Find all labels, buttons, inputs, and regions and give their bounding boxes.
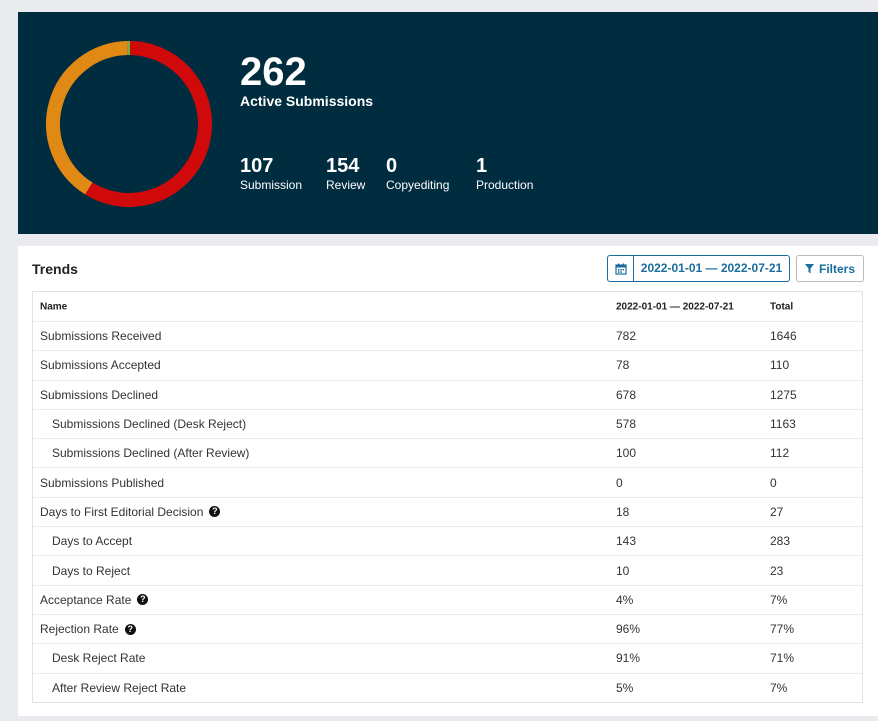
date-range-button[interactable]: 2022-01-01 — 2022-07-21 <box>634 255 790 282</box>
metric-range-value: 0 <box>616 475 623 490</box>
metric-total-value: 1275 <box>770 387 797 402</box>
stage-copyediting[interactable]: 0 Copyediting <box>386 155 449 193</box>
table-row: Submissions Accepted 78 110 <box>33 350 862 379</box>
table-row: After Review Reject Rate 5% 7% <box>33 672 862 702</box>
metric-name: Acceptance Rate? <box>40 592 149 607</box>
metric-name: Days to Reject <box>52 564 130 578</box>
metric-name: Rejection Rate? <box>40 622 136 636</box>
stage-count: 0 <box>386 155 398 177</box>
stage-count: 1 <box>476 155 488 177</box>
filters-label: Filters <box>818 261 855 276</box>
metric-range-value: 5% <box>616 680 634 695</box>
stage-review[interactable]: 154 Review <box>326 155 365 193</box>
stage-production[interactable]: 1 Production <box>476 155 533 193</box>
metric-range-value: 4% <box>616 592 634 607</box>
table-row: Desk Reject Rate 91% 71% <box>33 643 862 672</box>
metric-name: Submissions Declined (After Review) <box>52 446 249 460</box>
metric-total-value: 7% <box>770 680 788 695</box>
metric-name: Desk Reject Rate <box>52 651 145 665</box>
metric-label: Submissions Received <box>40 329 162 344</box>
metric-range-value: 100 <box>616 446 637 461</box>
metric-label: Acceptance Rate <box>40 592 132 607</box>
submissions-donut-chart <box>46 41 212 207</box>
table-row: Days to Accept 143 283 <box>33 526 862 555</box>
metric-range-value: 18 <box>616 504 630 519</box>
metric-label: Days to First Editorial Decision <box>40 504 204 519</box>
stage-count: 107 <box>240 155 274 177</box>
metric-range-value: 78 <box>616 358 630 373</box>
stage-count: 154 <box>326 155 360 177</box>
metric-name: Days to Accept <box>52 534 132 548</box>
table-row: Submissions Published 0 0 <box>33 467 862 496</box>
metric-total-value: 77% <box>770 622 795 637</box>
table-header-row: Name 2022-01-01 — 2022-07-21 Total <box>33 292 862 321</box>
metric-name: Days to First Editorial Decision? <box>40 504 221 519</box>
metric-range-value: 578 <box>616 417 637 432</box>
stage-label: Review <box>326 178 366 192</box>
trends-title: Trends <box>32 261 78 277</box>
column-header-total[interactable]: Total <box>770 301 793 312</box>
metric-range-value: 10 <box>616 563 630 578</box>
metric-total-value: 112 <box>770 446 790 461</box>
metric-label: Rejection Rate <box>40 622 119 637</box>
trends-panel: Trends 2022-01-01 — 2022-07-21 Filters N… <box>18 246 878 716</box>
metric-total-value: 71% <box>770 651 795 666</box>
metric-label: Submissions Declined (Desk Reject) <box>52 417 247 432</box>
date-range-calendar-button[interactable] <box>607 255 634 282</box>
calendar-icon <box>614 263 627 275</box>
metric-total-value: 7% <box>770 592 788 607</box>
donut-segment-submission[interactable] <box>46 41 128 195</box>
donut-segment-review[interactable] <box>85 41 212 207</box>
metric-name: After Review Reject Rate <box>52 681 186 695</box>
metric-label: Submissions Declined (After Review) <box>52 446 250 461</box>
column-header-range[interactable]: 2022-01-01 — 2022-07-21 <box>616 301 734 312</box>
metric-label: Days to Reject <box>52 563 131 578</box>
metric-label: Submissions Published <box>40 475 165 490</box>
stage-label: Production <box>476 178 534 192</box>
summary-panel: 262 Active Submissions 107 Submission 15… <box>18 12 878 234</box>
metric-name: Submissions Declined (Desk Reject) <box>52 417 246 431</box>
metric-label: After Review Reject Rate <box>52 680 187 695</box>
stage-label: Copyediting <box>386 178 450 192</box>
table-row: Days to First Editorial Decision? 18 27 <box>33 496 862 526</box>
column-header-name[interactable]: Name <box>40 301 67 312</box>
help-icon[interactable]: ? <box>209 506 221 518</box>
metric-name: Submissions Accepted <box>40 358 161 372</box>
metric-total-value: 283 <box>770 534 791 549</box>
metric-range-value: 96% <box>616 622 641 637</box>
filters-button[interactable]: Filters <box>796 255 864 282</box>
metric-name: Submissions Declined <box>40 388 158 402</box>
filter-icon <box>804 263 814 273</box>
table-row: Submissions Declined (After Review) 100 11… <box>33 438 862 467</box>
table-row: Days to Reject 10 23 <box>33 555 862 584</box>
active-submissions-label: Active Submissions <box>240 93 374 109</box>
metric-label: Submissions Accepted <box>40 358 161 373</box>
metric-range-value: 782 <box>616 329 637 344</box>
metric-name: Submissions Published <box>40 476 164 490</box>
metric-range-value: 91% <box>616 651 641 666</box>
metric-range-value: 143 <box>616 534 637 549</box>
table-row: Submissions Received 782 1646 <box>33 321 862 350</box>
metric-label: Days to Accept <box>52 534 133 549</box>
table-row: Submissions Declined 678 1275 <box>33 379 862 409</box>
metric-total-value: 0 <box>770 475 777 490</box>
metric-total-value: 1163 <box>770 417 796 432</box>
trends-table: Name 2022-01-01 — 2022-07-21 Total Submi… <box>32 291 863 703</box>
help-icon[interactable]: ? <box>124 623 136 635</box>
table-row: Acceptance Rate? 4% 7% <box>33 584 862 614</box>
stage-label: Submission <box>240 178 303 192</box>
stage-submission[interactable]: 107 Submission <box>240 155 302 193</box>
active-submissions-count: 262 <box>240 50 307 94</box>
metric-total-value: 27 <box>770 504 784 519</box>
help-icon[interactable]: ? <box>137 594 149 606</box>
table-row: Submissions Declined (Desk Reject) 578 116… <box>33 408 862 438</box>
metric-name: Submissions Received <box>40 329 161 343</box>
table-row: Rejection Rate? 96% 77% <box>33 613 862 643</box>
metric-total-value: 110 <box>770 358 790 373</box>
metric-total-value: 1646 <box>770 329 797 344</box>
metric-range-value: 678 <box>616 387 637 402</box>
metric-label: Desk Reject Rate <box>52 651 146 666</box>
metric-label: Submissions Declined <box>40 387 159 402</box>
metric-total-value: 23 <box>770 563 784 578</box>
